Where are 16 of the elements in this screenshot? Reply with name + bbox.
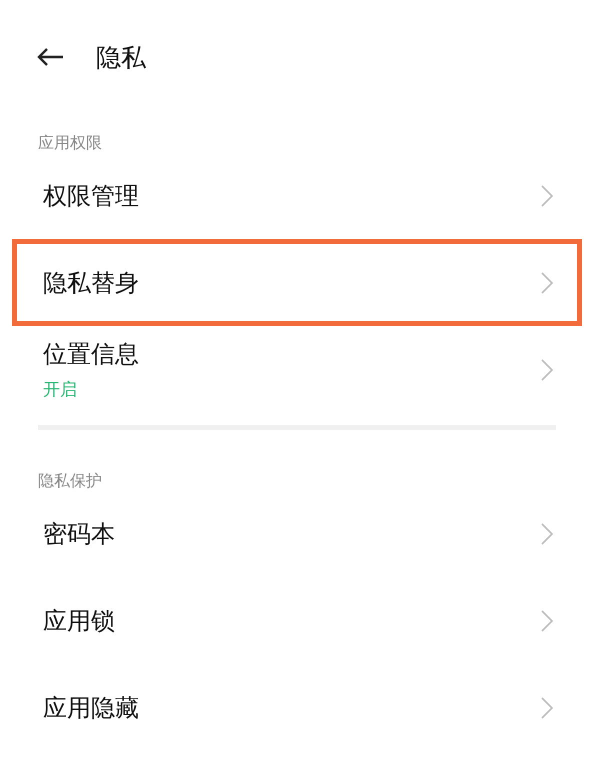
settings-item[interactable]: 应用锁 bbox=[12, 577, 582, 664]
chevron-icon bbox=[541, 522, 553, 544]
chevron-icon bbox=[541, 272, 553, 294]
settings-item[interactable]: 权限管理 bbox=[12, 152, 582, 239]
back-icon[interactable] bbox=[36, 47, 64, 67]
settings-item[interactable]: 密码本 bbox=[12, 490, 582, 577]
section-header: 应用权限 bbox=[37, 132, 103, 152]
page-title: 隐私 bbox=[96, 42, 146, 74]
settings-item[interactable]: 位置信息 开启 bbox=[12, 326, 582, 413]
section-header: 隐私保护 bbox=[37, 470, 103, 490]
chevron-icon bbox=[541, 184, 553, 206]
settings-item[interactable]: 应用隐藏 bbox=[12, 664, 582, 751]
chevron-icon bbox=[541, 610, 553, 632]
chevron-icon bbox=[541, 358, 553, 380]
chevron-icon bbox=[541, 696, 553, 718]
settings-item[interactable]: 隐私替身 bbox=[12, 239, 582, 326]
